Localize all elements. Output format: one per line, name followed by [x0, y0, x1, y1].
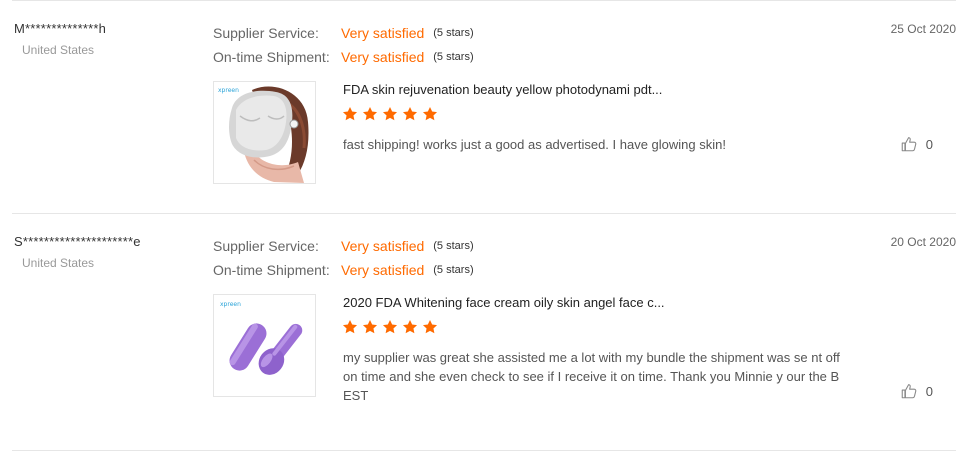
- reviewer-name: M**************h: [14, 21, 107, 36]
- supplier-service-stars: (5 stars): [433, 27, 474, 39]
- led-face-mask-image: xpreen: [214, 82, 315, 183]
- product-title-link[interactable]: 2020 FDA Whitening face cream oily skin …: [343, 295, 665, 310]
- star-icon: [422, 106, 438, 121]
- thumbs-up-icon: [901, 137, 917, 152]
- helpful-count: 0: [925, 383, 933, 399]
- review-star-rating: [342, 319, 438, 335]
- divider-bottom: [12, 450, 956, 451]
- review-feedback-text: my supplier was great she assisted me a …: [343, 350, 840, 403]
- thumbs-up-icon: [901, 384, 917, 399]
- product-brand: xpreen: [220, 301, 241, 308]
- supplier-service-rating: Supplier Service: Very satisfied (5 star…: [213, 234, 474, 258]
- review-item: M**************h United States Supplier …: [0, 1, 973, 213]
- review-date: 20 Oct 2020: [890, 235, 956, 249]
- shipment-rating: On-time Shipment: Very satisfied (5 star…: [213, 45, 474, 69]
- seller-ratings: Supplier Service: Very satisfied (5 star…: [213, 234, 474, 282]
- reviewer-country: United States: [22, 256, 95, 270]
- product-title-link[interactable]: FDA skin rejuvenation beauty yellow phot…: [343, 82, 662, 97]
- star-icon: [342, 319, 358, 334]
- star-icon: [402, 319, 418, 334]
- supplier-service-stars: (5 stars): [433, 240, 474, 252]
- shipment-stars: (5 stars): [433, 51, 474, 63]
- product-thumbnail[interactable]: xpreen: [213, 81, 316, 184]
- shipment-rating: On-time Shipment: Very satisfied (5 star…: [213, 258, 474, 282]
- purple-face-roller-image: xpreen: [214, 295, 315, 396]
- supplier-service-value: Very satisfied: [341, 25, 425, 41]
- star-icon: [362, 319, 378, 334]
- star-icon: [382, 319, 398, 334]
- product-brand: xpreen: [218, 87, 239, 94]
- review-date: 25 Oct 2020: [890, 22, 956, 36]
- star-icon: [382, 106, 398, 121]
- reviewer-country: United States: [22, 43, 95, 57]
- shipment-value: Very satisfied: [341, 262, 425, 278]
- review-item: S*********************e United States Su…: [0, 214, 973, 426]
- star-icon: [402, 106, 418, 121]
- helpful-count: 0: [925, 136, 933, 152]
- product-thumbnail[interactable]: xpreen: [213, 294, 316, 397]
- helpful-button[interactable]: 0: [900, 135, 933, 153]
- shipment-label: On-time Shipment:: [213, 49, 330, 65]
- supplier-service-label: Supplier Service:: [213, 238, 319, 254]
- shipment-value: Very satisfied: [341, 49, 425, 65]
- review-star-rating: [342, 106, 438, 122]
- helpful-button[interactable]: 0: [900, 382, 933, 400]
- star-icon: [422, 319, 438, 334]
- reviewer-name: S*********************e: [14, 234, 141, 249]
- supplier-service-value: Very satisfied: [341, 238, 425, 254]
- seller-ratings: Supplier Service: Very satisfied (5 star…: [213, 21, 474, 69]
- supplier-service-label: Supplier Service:: [213, 25, 319, 41]
- star-icon: [362, 106, 378, 121]
- star-icon: [342, 106, 358, 121]
- shipment-label: On-time Shipment:: [213, 262, 330, 278]
- supplier-service-rating: Supplier Service: Very satisfied (5 star…: [213, 21, 474, 45]
- shipment-stars: (5 stars): [433, 264, 474, 276]
- review-feedback-text: fast shipping! works just a good as adve…: [343, 137, 726, 152]
